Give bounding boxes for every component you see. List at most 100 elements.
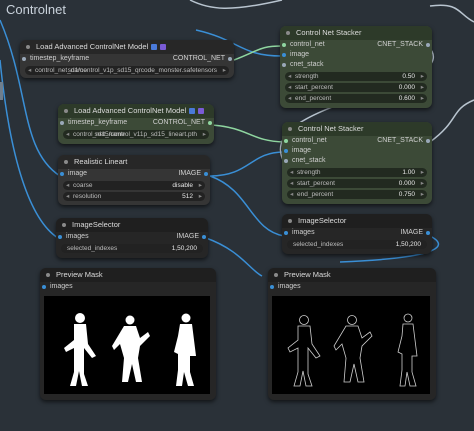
input-pin-icon[interactable] [60, 172, 64, 176]
arrow-right-icon[interactable]: ▸ [421, 83, 424, 92]
slot-control-net[interactable]: control_net CNET_STACK [280, 40, 432, 50]
input-pin-icon[interactable] [42, 285, 46, 289]
coarse-widget[interactable]: ◂ coarse disable ▸ [63, 181, 205, 190]
input-pin-icon[interactable] [22, 57, 26, 61]
output-pin-icon[interactable] [204, 172, 208, 176]
start-percent-widget[interactable]: ◂ start_percent 0.000 ▸ [285, 83, 427, 92]
slot-image[interactable]: image [280, 50, 432, 60]
arrow-right-icon[interactable]: ▸ [199, 192, 202, 201]
image-selector-node-1[interactable]: ImageSelector images IMAGE selected_index… [56, 218, 208, 258]
arrow-right-icon[interactable]: ▸ [421, 94, 424, 103]
node-header[interactable]: Control Net Stacker [280, 26, 432, 40]
input-pin-icon[interactable] [60, 121, 64, 125]
control-net-name-widget[interactable]: ◂ control_net_name sd1/control_v1p_sd15_qr… [25, 66, 229, 75]
collapse-dot-icon[interactable] [64, 109, 68, 113]
control-net-name-widget[interactable]: ◂ control_net_name sd15/control_v11p_sd15_… [63, 130, 209, 139]
arrow-left-icon[interactable]: ◂ [290, 179, 293, 188]
output-pin-icon[interactable] [426, 139, 430, 143]
strength-widget[interactable]: ◂ strength 0.50 ▸ [285, 72, 427, 81]
output-pin-icon[interactable] [426, 231, 430, 235]
input-pin-icon[interactable] [284, 139, 288, 143]
slot-label: images [66, 233, 89, 240]
widget-value: 512 [182, 193, 193, 200]
collapse-dot-icon[interactable] [64, 160, 68, 164]
left-scrollbar[interactable] [0, 82, 3, 100]
slot-control-net[interactable]: control_net CNET_STACK [282, 136, 432, 146]
arrow-right-icon[interactable]: ▸ [421, 72, 424, 81]
collapse-dot-icon[interactable] [274, 273, 278, 277]
collapse-dot-icon[interactable] [46, 273, 50, 277]
end-percent-widget[interactable]: ◂ end_percent 0.600 ▸ [285, 94, 427, 103]
arrow-left-icon[interactable]: ◂ [290, 190, 293, 199]
output-pin-icon[interactable] [426, 43, 430, 47]
selected-indexes-widget[interactable]: selected_indexes 1,50,200 [61, 244, 203, 253]
end-percent-widget[interactable]: ◂ end_percent 0.750 ▸ [287, 190, 427, 199]
widget-value: sd1/control_v1p_sd15_qrcode_monster.safe… [67, 67, 217, 74]
input-pin-icon[interactable] [58, 235, 62, 239]
node-header[interactable]: Preview Mask [268, 268, 436, 282]
slot-image[interactable]: image IMAGE [58, 169, 210, 179]
input-pin-icon[interactable] [282, 43, 286, 47]
slot-label: control_net [292, 137, 327, 144]
arrow-right-icon[interactable]: ▸ [203, 130, 206, 139]
slot-images[interactable]: images [268, 282, 436, 292]
slot-image[interactable]: image [282, 146, 432, 156]
arrow-right-icon[interactable]: ▸ [421, 168, 424, 177]
strength-widget[interactable]: ◂ strength 1.00 ▸ [287, 168, 427, 177]
node-header[interactable]: Control Net Stacker [282, 122, 432, 136]
collapse-dot-icon[interactable] [288, 219, 292, 223]
arrow-left-icon[interactable]: ◂ [66, 130, 69, 139]
load-controlnet-node-1[interactable]: Load Advanced ControlNet Model timestep_… [20, 40, 234, 78]
node-header[interactable]: Preview Mask [40, 268, 216, 282]
image-selector-node-2[interactable]: ImageSelector images IMAGE selected_index… [282, 214, 432, 254]
output-pin-icon[interactable] [202, 235, 206, 239]
arrow-left-icon[interactable]: ◂ [66, 181, 69, 190]
input-pin-icon[interactable] [284, 159, 288, 163]
output-pin-icon[interactable] [228, 57, 232, 61]
control-net-stacker-node-1[interactable]: Control Net Stacker control_net CNET_STAC… [280, 26, 432, 108]
input-pin-icon[interactable] [282, 63, 286, 67]
arrow-left-icon[interactable]: ◂ [28, 66, 31, 75]
slot-images[interactable]: images [40, 282, 216, 292]
arrow-right-icon[interactable]: ▸ [421, 190, 424, 199]
arrow-left-icon[interactable]: ◂ [288, 83, 291, 92]
slot-timestep-keyframe[interactable]: timestep_keyframe CONTROL_NET [58, 118, 214, 128]
node-header[interactable]: ImageSelector [56, 218, 208, 232]
realistic-lineart-node[interactable]: Realistic Lineart image IMAGE ◂ coarse disa… [58, 155, 210, 205]
slot-images[interactable]: images IMAGE [56, 232, 208, 242]
slot-cnet-stack[interactable]: cnet_stack [280, 60, 432, 70]
node-header[interactable]: ImageSelector [282, 214, 432, 228]
slot-timestep-keyframe[interactable]: timestep_keyframe CONTROL_NET [20, 54, 234, 64]
collapse-dot-icon[interactable] [288, 127, 292, 131]
output-pin-icon[interactable] [208, 121, 212, 125]
node-header[interactable]: Load Advanced ControlNet Model [58, 104, 214, 118]
start-percent-widget[interactable]: ◂ start_percent 0.000 ▸ [287, 179, 427, 188]
arrow-left-icon[interactable]: ◂ [288, 94, 291, 103]
load-controlnet-node-2[interactable]: Load Advanced ControlNet Model timestep_… [58, 104, 214, 144]
slot-images[interactable]: images IMAGE [282, 228, 432, 238]
input-pin-icon[interactable] [284, 231, 288, 235]
arrow-left-icon[interactable]: ◂ [290, 168, 293, 177]
preview-mask-node-2[interactable]: Preview Mask images [268, 268, 436, 400]
slot-label: images [292, 229, 315, 236]
collapse-dot-icon[interactable] [26, 45, 30, 49]
collapse-dot-icon[interactable] [286, 31, 290, 35]
input-pin-icon[interactable] [282, 53, 286, 57]
selected-indexes-widget[interactable]: selected_indexes 1,50,200 [287, 240, 427, 249]
widget-label: resolution [73, 193, 102, 200]
control-net-stacker-node-2[interactable]: Control Net Stacker control_net CNET_STAC… [282, 122, 432, 204]
node-title: ImageSelector [298, 216, 347, 225]
arrow-left-icon[interactable]: ◂ [66, 192, 69, 201]
node-header[interactable]: Load Advanced ControlNet Model [20, 40, 234, 54]
preview-mask-node-1[interactable]: Preview Mask images [40, 268, 216, 400]
input-pin-icon[interactable] [284, 149, 288, 153]
input-pin-icon[interactable] [270, 285, 274, 289]
slot-cnet-stack[interactable]: cnet_stack [282, 156, 432, 166]
node-header[interactable]: Realistic Lineart [58, 155, 210, 169]
arrow-right-icon[interactable]: ▸ [223, 66, 226, 75]
arrow-right-icon[interactable]: ▸ [421, 179, 424, 188]
collapse-dot-icon[interactable] [62, 223, 66, 227]
arrow-right-icon[interactable]: ▸ [199, 181, 202, 190]
resolution-widget[interactable]: ◂ resolution 512 ▸ [63, 192, 205, 201]
arrow-left-icon[interactable]: ◂ [288, 72, 291, 81]
